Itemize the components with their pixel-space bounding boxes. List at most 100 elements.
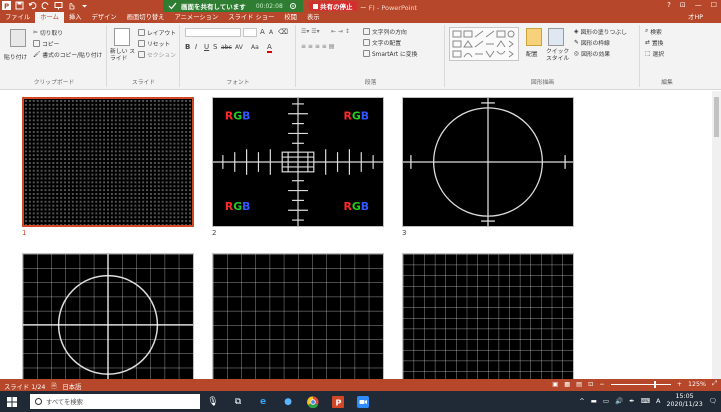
new-slide-icon[interactable] <box>114 28 130 46</box>
redo-icon[interactable] <box>41 1 50 10</box>
font-color-button[interactable]: A <box>267 43 272 53</box>
quick-styles-icon[interactable] <box>548 28 564 46</box>
change-case-button[interactable]: Aa <box>251 44 259 51</box>
tab-insert[interactable]: 挿入 <box>64 12 87 23</box>
indent-icon[interactable]: ⇤ ⇥ ↕ <box>331 28 350 35</box>
clear-format-icon[interactable]: ⌫ <box>278 28 288 36</box>
maximize-button[interactable]: ☐ <box>711 1 717 9</box>
slide-thumbnail-5[interactable] <box>212 253 384 379</box>
select-button[interactable]: ⬚ 選択 <box>645 49 664 59</box>
share-settings-icon[interactable] <box>289 2 298 11</box>
italic-button[interactable]: I <box>195 43 197 51</box>
slideshow-view-icon[interactable]: ⊡ <box>588 381 593 388</box>
find-button[interactable]: ⌕ 検索 <box>645 27 662 36</box>
help-button[interactable]: ? <box>667 1 671 9</box>
vertical-scrollbar[interactable] <box>712 91 721 379</box>
tab-view[interactable]: 表示 <box>302 12 325 23</box>
edge-browser-icon[interactable]: e <box>256 395 270 409</box>
layout-button[interactable]: レイアウト <box>138 28 176 37</box>
minimize-button[interactable]: — <box>695 1 702 9</box>
scrollbar-thumb[interactable] <box>714 97 719 137</box>
customize-qat-icon[interactable] <box>80 1 89 10</box>
zoom-out-button[interactable]: − <box>599 381 604 388</box>
align-icon[interactable]: ≡ ≡ ≡ ≡ ▤ <box>301 43 334 50</box>
paste-button[interactable]: 貼り付け <box>4 52 27 61</box>
tab-review[interactable]: 校閲 <box>279 12 302 23</box>
shape-fill-button[interactable]: ◈ 図形の塗りつぶし <box>574 27 627 37</box>
zoom-in-button[interactable]: + <box>677 381 682 388</box>
network-icon[interactable]: ▬ <box>591 397 597 405</box>
zoom-app-icon[interactable] <box>356 395 370 409</box>
zoom-level[interactable]: 125% <box>688 381 706 388</box>
language-indicator[interactable]: 日本語 <box>62 382 81 391</box>
chrome-icon[interactable] <box>306 395 320 409</box>
undo-icon[interactable] <box>28 1 37 10</box>
ribbon-display-button[interactable]: ⊡ <box>680 1 686 9</box>
new-slide-button[interactable]: 新しい スライド <box>110 49 140 63</box>
tab-file[interactable]: ファイル <box>0 12 35 23</box>
replace-button[interactable]: ⇄ 置換 <box>645 38 663 48</box>
underline-button[interactable]: U <box>204 43 209 51</box>
strikethrough-button[interactable]: abc <box>221 44 232 51</box>
tab-transitions[interactable]: 画面切り替え <box>122 12 170 23</box>
show-hidden-icons[interactable]: ^ <box>579 397 584 405</box>
slide-thumbnail-3[interactable] <box>402 97 574 227</box>
font-size-select[interactable] <box>243 28 257 37</box>
display-icon[interactable]: ▭ <box>603 397 609 405</box>
maps-icon[interactable]: ● <box>281 395 295 409</box>
arrange-button[interactable]: 配置 <box>526 49 538 58</box>
slide-thumbnail-1[interactable] <box>22 97 194 227</box>
zoom-slider[interactable] <box>610 380 671 388</box>
cut-button[interactable]: ✂ 切り取り <box>33 28 63 38</box>
system-clock[interactable]: 15:05 2020/11/23 <box>666 393 702 409</box>
tab-home[interactable]: ホーム <box>35 12 64 23</box>
slideshow-start-icon[interactable] <box>54 1 63 10</box>
slide-sorter-view-icon[interactable]: ▦ <box>564 381 570 388</box>
bold-button[interactable]: B <box>185 43 190 51</box>
pen-tray-icon[interactable]: ✒ <box>629 397 634 405</box>
taskbar-search-box[interactable]: すべてを検索 <box>30 394 200 409</box>
powerpoint-taskbar-icon[interactable]: P <box>331 395 345 409</box>
drawing-group-label: 図形描画 <box>530 80 555 86</box>
shape-effects-button[interactable]: ◎ 図形の効果 <box>574 49 610 59</box>
align-text-button[interactable]: 文字の配置 <box>363 38 401 47</box>
stop-share-button[interactable]: 共有の停止 <box>309 1 357 11</box>
paste-icon[interactable] <box>10 29 26 47</box>
font-name-select[interactable] <box>185 28 241 37</box>
quick-styles-button[interactable]: クイック スタイル <box>546 49 570 63</box>
task-view-icon[interactable]: ⧉ <box>231 395 245 409</box>
arrange-icon[interactable] <box>526 28 542 46</box>
slide-thumbnail-4[interactable] <box>22 253 194 379</box>
format-painter-button[interactable]: 🖌 書式のコピー/貼り付け <box>33 50 102 60</box>
user-account[interactable]: 才HP <box>688 12 703 23</box>
tab-design[interactable]: デザイン <box>86 12 121 23</box>
keyboard-icon[interactable]: ⌨ <box>641 397 650 405</box>
zoom-slider-knob[interactable] <box>653 380 656 388</box>
ime-indicator[interactable]: A <box>656 397 660 405</box>
shrink-font-button[interactable]: A <box>269 29 273 36</box>
slide-thumbnail-2[interactable]: RGB RGB RGB RGB <box>212 97 384 227</box>
slide-thumbnail-6[interactable] <box>402 253 574 379</box>
shape-outline-button[interactable]: ✎ 図形の枠線 <box>574 38 610 48</box>
volume-icon[interactable]: 🔊 <box>615 397 623 405</box>
copy-button[interactable]: コピー <box>33 39 59 48</box>
tab-animations[interactable]: アニメーション <box>169 12 223 23</box>
grow-font-button[interactable]: A <box>260 28 265 36</box>
start-button[interactable] <box>0 391 24 412</box>
microphone-icon[interactable]: 🎙 <box>206 395 220 409</box>
section-button[interactable]: セクション <box>138 50 176 59</box>
notification-center-icon[interactable]: 🗨 <box>709 397 717 405</box>
text-direction-button[interactable]: 文字列の方向 <box>363 27 407 36</box>
shadow-button[interactable]: S <box>213 43 217 51</box>
char-spacing-button[interactable]: AV <box>235 44 243 51</box>
smartart-button[interactable]: SmartArt に変換 <box>363 49 417 58</box>
reading-view-icon[interactable]: ▤ <box>576 381 582 388</box>
touch-mode-icon[interactable] <box>67 1 76 10</box>
shape-gallery[interactable] <box>449 27 519 61</box>
save-icon[interactable] <box>15 1 24 10</box>
bullets-icon[interactable]: ☰▾ ☰▾ <box>301 28 320 35</box>
tab-slideshow[interactable]: スライド ショー <box>223 12 279 23</box>
normal-view-icon[interactable]: ▣ <box>552 381 558 388</box>
fit-to-window-icon[interactable]: ⤢ <box>712 380 717 388</box>
reset-button[interactable]: リセット <box>138 39 170 48</box>
